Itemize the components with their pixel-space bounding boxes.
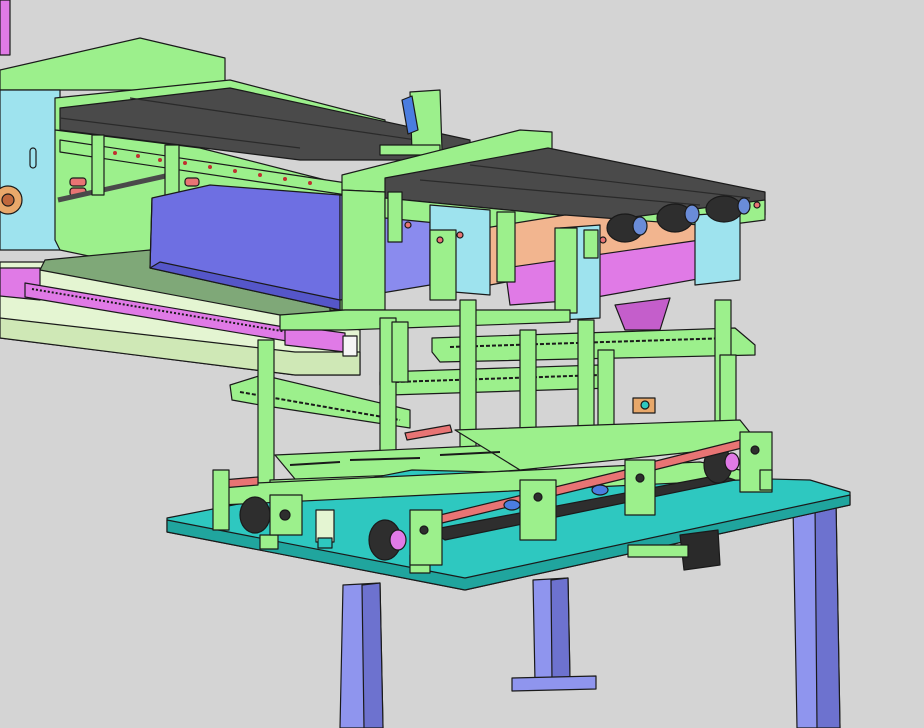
cyan-motor-block	[0, 89, 61, 251]
leg-foot	[511, 675, 597, 692]
cad-assembly-render	[0, 0, 851, 728]
cad-viewport[interactable]	[0, 0, 924, 728]
